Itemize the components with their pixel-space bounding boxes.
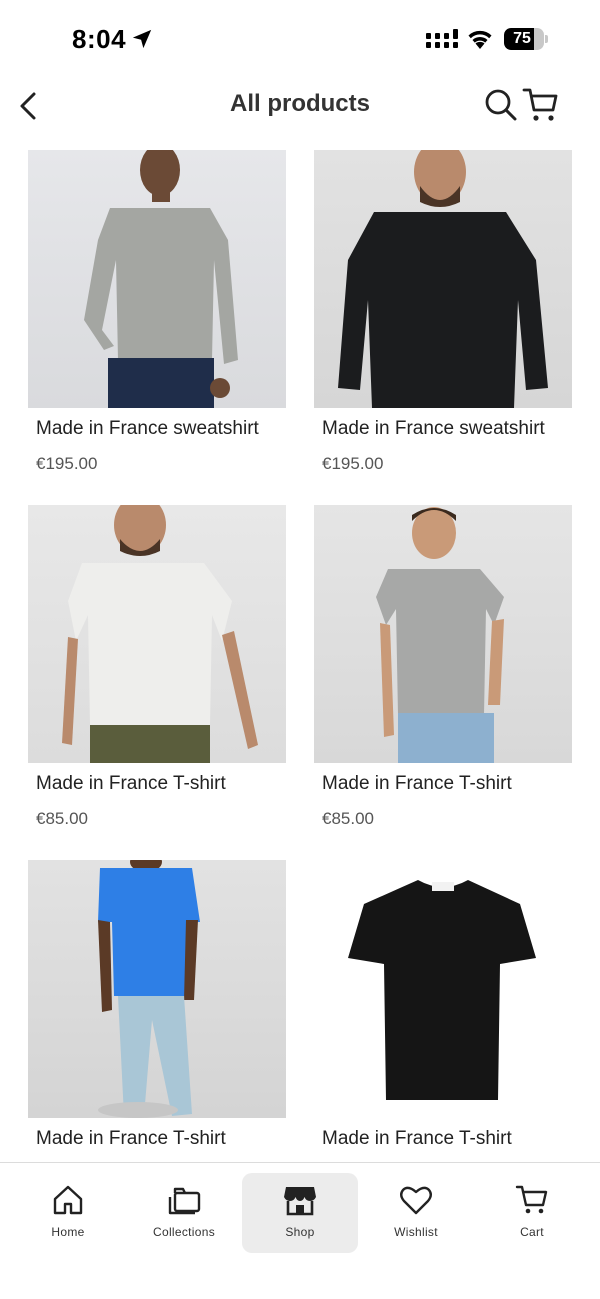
collections-icon: [168, 1187, 201, 1215]
location-arrow-icon: [132, 29, 152, 49]
wifi-icon: [468, 30, 492, 49]
product-name[interactable]: Made in France T-shirt: [28, 1128, 286, 1150]
status-time: 8:04: [72, 24, 127, 54]
product-card[interactable]: Made in France T-shirt: [314, 860, 572, 1162]
product-image[interactable]: [314, 150, 572, 408]
header-cart-button[interactable]: [522, 86, 558, 124]
battery-percent: 75: [513, 30, 531, 47]
search-icon: [485, 89, 517, 121]
battery-indicator: 75: [504, 28, 548, 50]
product-name[interactable]: Made in France T-shirt: [314, 1128, 572, 1150]
tab-label: Shop: [285, 1225, 315, 1239]
tab-wishlist[interactable]: Wishlist: [358, 1173, 474, 1253]
product-card[interactable]: Made in France T-shirt €85.00: [314, 505, 572, 829]
product-name[interactable]: Made in France T-shirt: [314, 773, 572, 795]
product-card[interactable]: Made in France T-shirt €85.00: [28, 505, 286, 829]
tab-shop[interactable]: Shop: [242, 1173, 358, 1253]
status-bar: 8:04 75: [0, 0, 600, 80]
black-sweatshirt-photo-icon: [338, 150, 548, 408]
tab-collections[interactable]: Collections: [126, 1173, 242, 1253]
product-name[interactable]: Made in France sweatshirt: [314, 418, 572, 440]
product-price: €195.00: [36, 454, 98, 473]
tab-label: Collections: [153, 1225, 215, 1239]
tab-label: Home: [51, 1225, 85, 1239]
blue-tshirt-photo-icon: [98, 860, 200, 1118]
tab-label: Wishlist: [394, 1225, 438, 1239]
product-name[interactable]: Made in France sweatshirt: [28, 418, 286, 440]
product-image[interactable]: [314, 505, 572, 763]
home-icon: [53, 1185, 83, 1215]
shop-icon: [284, 1187, 316, 1216]
tab-cart[interactable]: Cart: [474, 1173, 590, 1253]
heart-icon: [400, 1186, 432, 1215]
grey-tshirt-photo-icon: [376, 507, 504, 763]
product-name[interactable]: Made in France T-shirt: [28, 773, 286, 795]
white-tshirt-photo-icon: [62, 505, 258, 763]
product-price: €195.00: [322, 454, 384, 473]
black-tshirt-photo-icon: [348, 880, 536, 1100]
tab-label: Cart: [520, 1225, 544, 1239]
product-price: €85.00: [322, 809, 374, 828]
product-image[interactable]: [28, 505, 286, 763]
product-image[interactable]: [28, 150, 286, 408]
product-image[interactable]: [28, 860, 286, 1118]
cart-icon: [522, 88, 558, 121]
product-card[interactable]: Made in France sweatshirt €195.00: [28, 150, 286, 474]
bottom-tab-bar: Home Collections Shop Wishlist Cart: [0, 1162, 600, 1299]
cellular-signal-icon: [426, 29, 458, 48]
product-grid: Made in France sweatshirt €195.00 Made i…: [28, 150, 572, 1162]
cart-icon: [515, 1185, 548, 1214]
product-card[interactable]: Made in France T-shirt: [28, 860, 286, 1162]
grey-sweatshirt-photo-icon: [84, 150, 238, 408]
tab-home[interactable]: Home: [10, 1173, 126, 1253]
product-card[interactable]: Made in France sweatshirt €195.00: [314, 150, 572, 474]
product-price: €85.00: [36, 809, 88, 828]
search-button[interactable]: [484, 88, 518, 122]
top-nav-bar: All products: [0, 80, 600, 132]
product-image[interactable]: [314, 860, 572, 1118]
